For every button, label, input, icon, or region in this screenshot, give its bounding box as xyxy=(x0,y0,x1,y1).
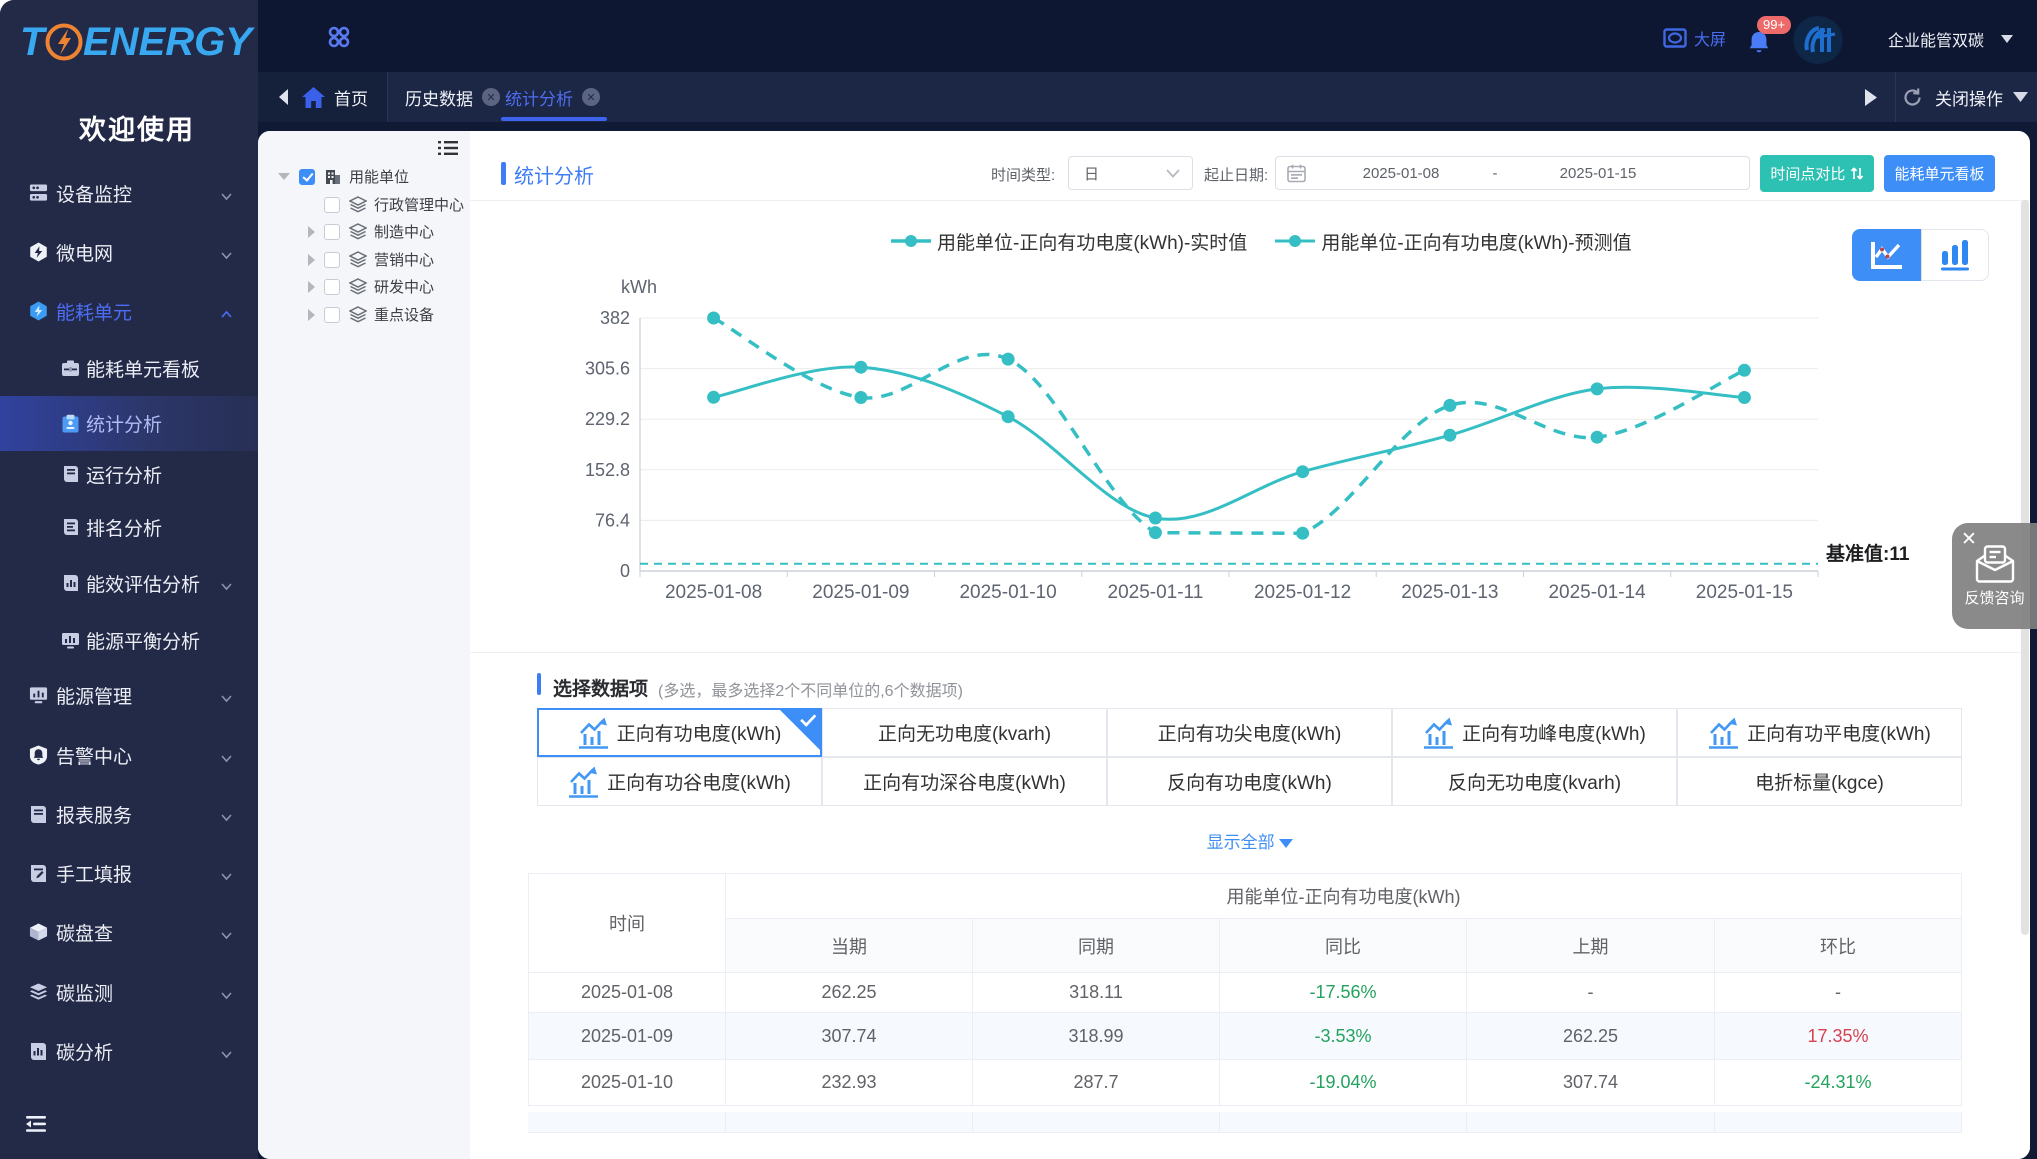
svg-text:76.4: 76.4 xyxy=(595,510,630,530)
svg-text:229.2: 229.2 xyxy=(585,409,630,429)
svg-text:0: 0 xyxy=(620,561,630,581)
svg-text:305.6: 305.6 xyxy=(585,359,630,379)
svg-text:2025-01-14: 2025-01-14 xyxy=(1548,582,1646,603)
svg-text:ENERGY: ENERGY xyxy=(83,22,255,62)
svg-text:382: 382 xyxy=(600,308,630,328)
svg-text:152.8: 152.8 xyxy=(585,460,630,480)
svg-text:2025-01-09: 2025-01-09 xyxy=(812,582,909,603)
svg-text:2025-01-13: 2025-01-13 xyxy=(1401,582,1498,603)
svg-text:2025-01-08: 2025-01-08 xyxy=(665,582,762,603)
svg-text:T: T xyxy=(20,22,48,62)
svg-text:2025-01-12: 2025-01-12 xyxy=(1254,582,1351,603)
svg-text:2025-01-11: 2025-01-11 xyxy=(1108,582,1204,603)
svg-text:2025-01-10: 2025-01-10 xyxy=(959,582,1056,603)
svg-text:2025-01-15: 2025-01-15 xyxy=(1696,582,1793,603)
